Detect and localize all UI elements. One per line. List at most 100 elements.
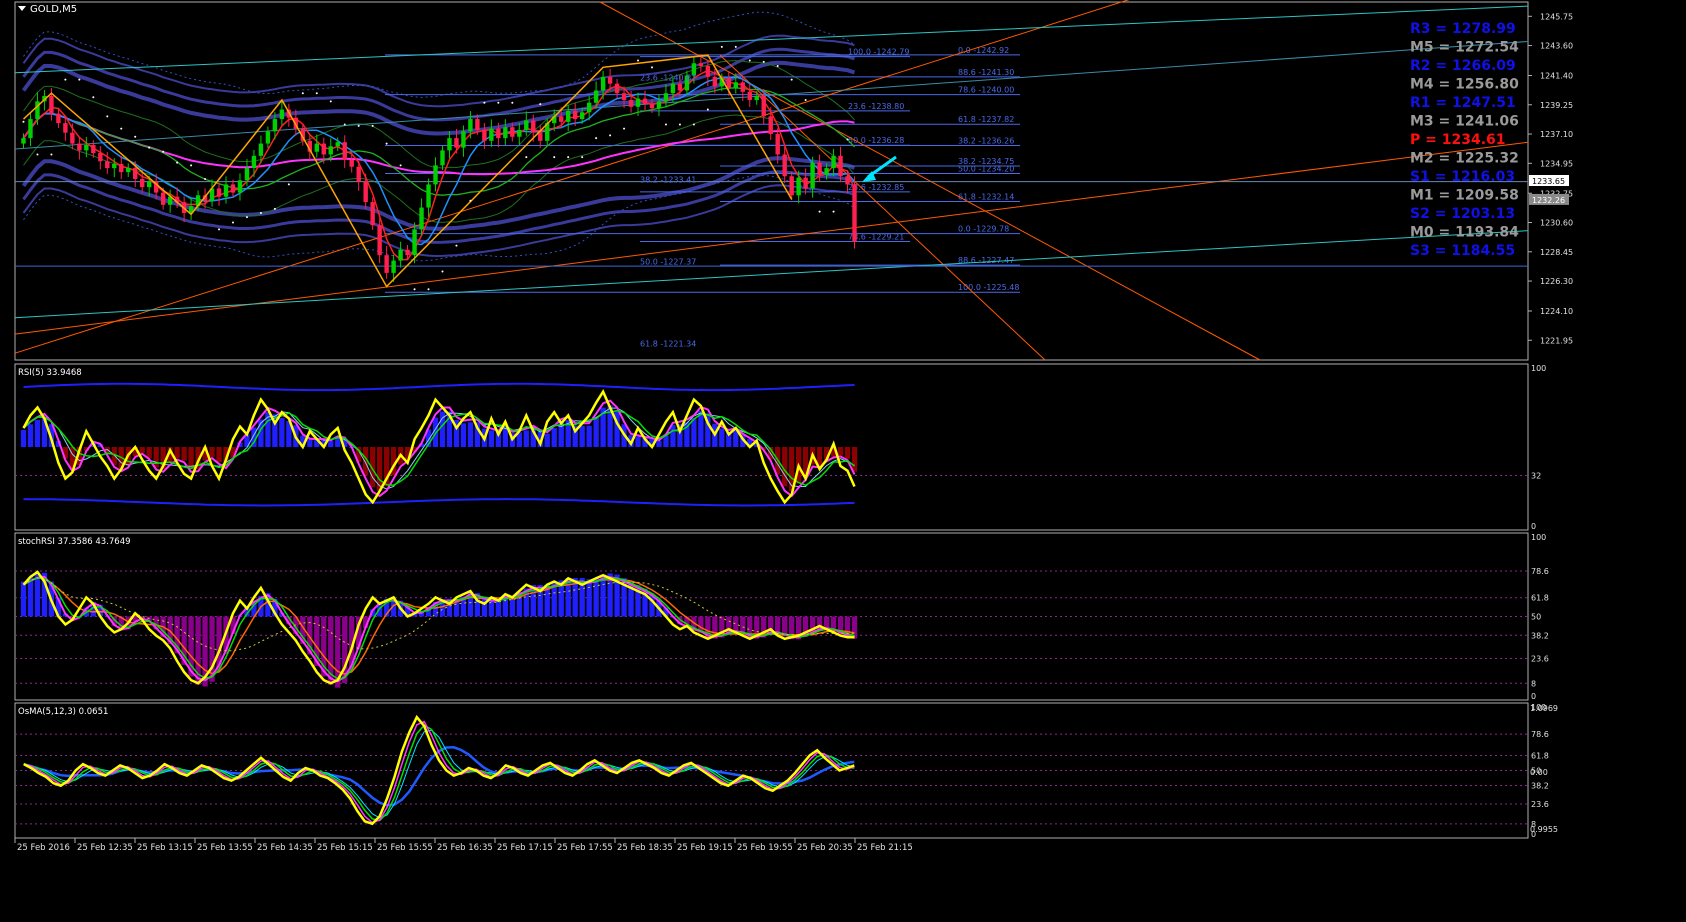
- histogram-bar: [844, 447, 851, 459]
- candle-body: [628, 100, 634, 107]
- price-tick-label: 1245.75: [1540, 12, 1573, 21]
- histogram-bar: [775, 616, 781, 634]
- indicator-tick-label: 61.8: [1531, 752, 1549, 761]
- candle-body: [21, 138, 26, 144]
- fib-level-label: 0.0 -1242.92: [958, 46, 1009, 55]
- candle-body: [328, 146, 333, 155]
- sar-dot: [190, 164, 193, 167]
- pivot-level-label: R2 = 1266.09: [1410, 58, 1516, 74]
- candle-body: [391, 260, 396, 273]
- current-price-tag-label: 1233.65: [1532, 177, 1565, 186]
- sar-dot: [846, 138, 849, 141]
- pivot-level-label: S2 = 1203.13: [1410, 206, 1515, 222]
- sar-dot: [78, 78, 81, 81]
- candle-body: [824, 168, 829, 175]
- sar-dot: [120, 127, 123, 130]
- candle-body: [440, 150, 445, 166]
- sar-dot: [36, 153, 39, 156]
- candle-body: [230, 184, 236, 193]
- candle-body: [782, 154, 787, 177]
- indicator-tick-label: 78.6: [1531, 730, 1549, 739]
- fib-retracement-label: 61.8 -1221.34: [640, 340, 696, 349]
- time-tick-label: 25 Feb 14:35: [257, 843, 313, 853]
- candle-body: [817, 162, 822, 175]
- candle-body: [726, 78, 732, 88]
- osma-value-label: 1.0969: [1530, 704, 1558, 713]
- histogram-bar: [328, 440, 334, 447]
- candle-body: [565, 110, 571, 122]
- histogram-bar: [27, 577, 34, 617]
- trading-chart[interactable]: 1245.75 1243.60 1241.40 1239.25 1237.10 1234.…: [0, 0, 1686, 922]
- candle-body: [712, 76, 718, 87]
- candle-body: [663, 93, 669, 102]
- sar-dot: [357, 124, 360, 127]
- indicator-tick-label: 8: [1531, 679, 1536, 688]
- candle-body: [845, 176, 850, 185]
- candle-body: [461, 131, 466, 148]
- candle-body: [28, 119, 33, 139]
- fib-level-label: 88.6 -1241.30: [958, 68, 1014, 77]
- candle-body: [740, 82, 745, 92]
- histogram-bar: [460, 423, 467, 447]
- pivot-level-label: S1 = 1216.03: [1410, 169, 1515, 185]
- sar-dot: [720, 45, 723, 48]
- pivot-level-label: M0 = 1193.84: [1410, 225, 1519, 241]
- sar-dot: [623, 127, 626, 130]
- candle-body: [768, 116, 773, 135]
- pivot-level-label: S3 = 1184.55: [1410, 243, 1515, 259]
- sar-dot: [231, 221, 234, 224]
- candle-body: [621, 93, 627, 101]
- candle-body: [126, 168, 131, 173]
- candle-body: [670, 83, 676, 94]
- sar-dot: [259, 211, 262, 214]
- candle-body: [698, 63, 704, 66]
- candle-body: [761, 95, 766, 117]
- price-tick-label: 1243.60: [1540, 42, 1573, 51]
- sar-dot: [134, 135, 137, 138]
- candle-body: [398, 249, 403, 261]
- candle-body: [349, 159, 354, 167]
- candle-body: [600, 76, 606, 91]
- time-tick-label: 25 Feb 15:55: [377, 843, 433, 853]
- indicator-title: RSI(5) 33.9468: [18, 368, 82, 378]
- sar-dot: [483, 101, 486, 104]
- histogram-bar: [586, 425, 592, 447]
- histogram-bar: [837, 447, 844, 456]
- candle-body: [412, 229, 417, 256]
- candle-body: [258, 143, 264, 156]
- candle-body: [146, 181, 152, 188]
- candle-body: [216, 188, 222, 197]
- sar-dot: [427, 288, 430, 291]
- histogram-bar: [656, 440, 662, 447]
- sar-dot: [497, 101, 500, 104]
- candle-body: [84, 144, 89, 151]
- fib-retracement-label: 50.0 -1227.37: [640, 257, 696, 266]
- histogram-bar: [467, 422, 474, 447]
- sar-dot: [371, 124, 374, 127]
- histogram-bar: [139, 447, 145, 454]
- candle-body: [244, 168, 250, 181]
- current-price-tag-label: 1232.26: [1532, 196, 1565, 205]
- candle-body: [517, 129, 522, 137]
- candle-body: [614, 83, 620, 94]
- histogram-bar: [523, 430, 529, 447]
- sar-dot: [762, 60, 765, 63]
- sar-dot: [609, 134, 612, 137]
- symbol-label: GOLD,M5: [30, 4, 77, 15]
- time-tick-label: 25 Feb 17:15: [497, 843, 553, 853]
- candle-body: [831, 155, 836, 169]
- histogram-bar: [34, 419, 41, 447]
- sar-dot: [287, 183, 290, 186]
- price-tick-label: 1239.25: [1540, 101, 1573, 110]
- pivot-level-label: M3 = 1241.06: [1410, 114, 1519, 130]
- sar-dot: [176, 161, 179, 164]
- indicator-tick-label: 23.6: [1531, 654, 1549, 663]
- indicator-tick-label: 0: [1531, 522, 1536, 531]
- candle-body: [56, 113, 61, 124]
- pivot-level-label: R3 = 1278.99: [1410, 21, 1516, 37]
- sar-dot: [790, 78, 793, 81]
- candle-body: [91, 144, 96, 154]
- candle-body: [656, 101, 662, 109]
- sar-dot: [50, 153, 53, 156]
- histogram-bar: [279, 418, 285, 447]
